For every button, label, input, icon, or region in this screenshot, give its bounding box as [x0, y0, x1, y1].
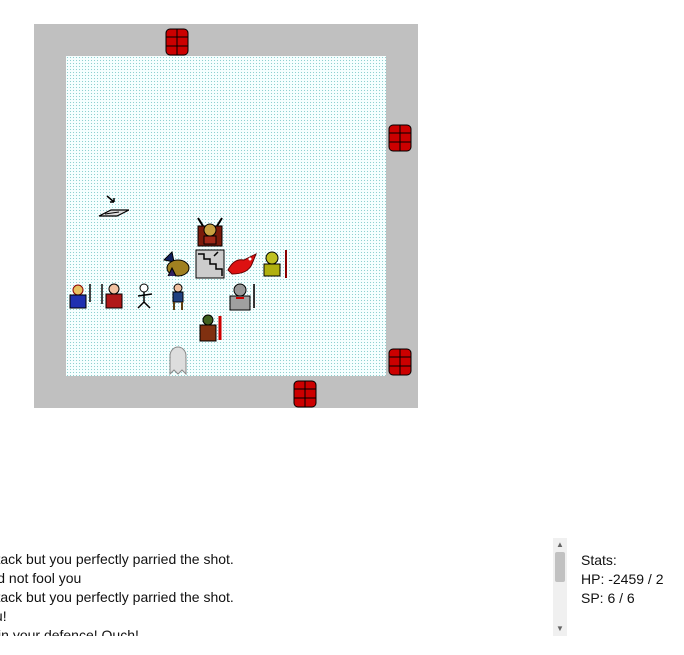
dungeon-map[interactable]	[34, 24, 418, 408]
stairs-icon[interactable]	[194, 248, 226, 280]
hp-readout: HP: -2459 / 2	[581, 571, 664, 587]
ghost-icon[interactable]	[162, 344, 194, 376]
door-south[interactable]	[293, 380, 317, 408]
stats-panel: Stats: HP: -2459 / 2 SP: 6 / 6	[581, 551, 664, 608]
log-line: ack spot in your defence! Ouch!	[0, 627, 139, 636]
horned-demon-icon[interactable]	[194, 216, 226, 248]
log-line: hit on you!	[0, 608, 7, 624]
armored-knight-icon[interactable]	[226, 280, 258, 312]
scroll-up-icon[interactable]: ▲	[553, 540, 567, 550]
log-line: recent attack but you perfectly parried …	[0, 589, 234, 605]
blonde-fighter-icon[interactable]	[66, 280, 98, 312]
winged-beast-icon[interactable]	[162, 248, 194, 280]
log-line: s work did not fool you	[0, 570, 82, 586]
door-north[interactable]	[165, 28, 189, 56]
door-east-lower[interactable]	[388, 348, 412, 376]
trap-plate-icon[interactable]	[97, 192, 129, 224]
log-scrollbar[interactable]: ▲ ▼	[553, 538, 567, 636]
message-log: recent attack but you perfectly parried …	[0, 550, 540, 636]
scroll-down-icon[interactable]: ▼	[553, 624, 567, 634]
sp-readout: SP: 6 / 6	[581, 590, 635, 606]
room-floor[interactable]	[66, 56, 386, 376]
ogre-warrior-icon[interactable]	[258, 248, 290, 280]
door-east-upper[interactable]	[388, 124, 412, 152]
scroll-thumb[interactable]	[555, 552, 565, 582]
log-line: recent attack but you perfectly parried …	[0, 551, 234, 567]
skeleton-icon[interactable]	[130, 280, 162, 312]
stats-title: Stats:	[581, 552, 617, 568]
green-orc-icon[interactable]	[194, 312, 226, 344]
small-warrior-icon[interactable]	[162, 280, 194, 312]
red-dragon-icon[interactable]	[226, 248, 258, 280]
red-barbarian-icon[interactable]	[98, 280, 130, 312]
